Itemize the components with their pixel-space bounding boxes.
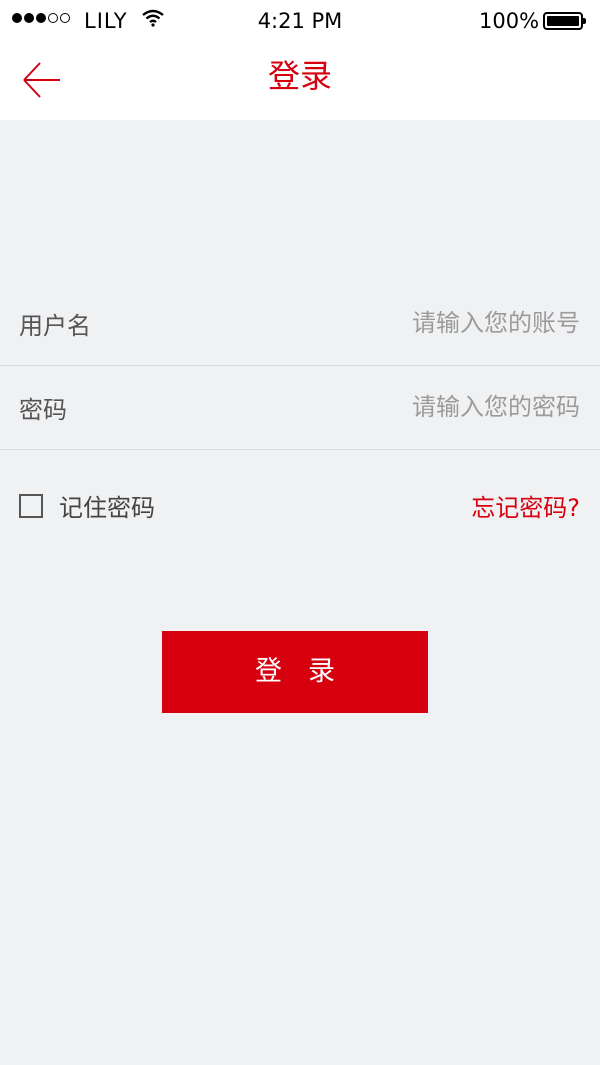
username-label: 用户名 <box>19 312 91 340</box>
password-label: 密码 <box>19 396 67 424</box>
remember-password-toggle[interactable]: 记住密码 <box>19 488 155 523</box>
status-bar: LILY 4:21 PM 100% <box>0 0 600 40</box>
navigation-bar: 登录 <box>0 40 600 120</box>
login-button[interactable]: 登录 <box>162 631 428 713</box>
remember-password-checkbox[interactable] <box>19 493 43 518</box>
battery-icon <box>543 12 586 30</box>
password-input[interactable] <box>240 382 580 432</box>
username-input[interactable] <box>240 298 580 348</box>
battery-percentage: 100% <box>479 9 540 33</box>
login-form: 用户名 密码 <box>0 282 600 450</box>
forgot-password-link[interactable]: 忘记密码? <box>471 488 580 523</box>
password-row: 密码 <box>0 366 600 450</box>
username-row: 用户名 <box>0 282 600 366</box>
page-title: 登录 <box>267 57 332 95</box>
remember-password-label: 记住密码 <box>59 494 155 522</box>
